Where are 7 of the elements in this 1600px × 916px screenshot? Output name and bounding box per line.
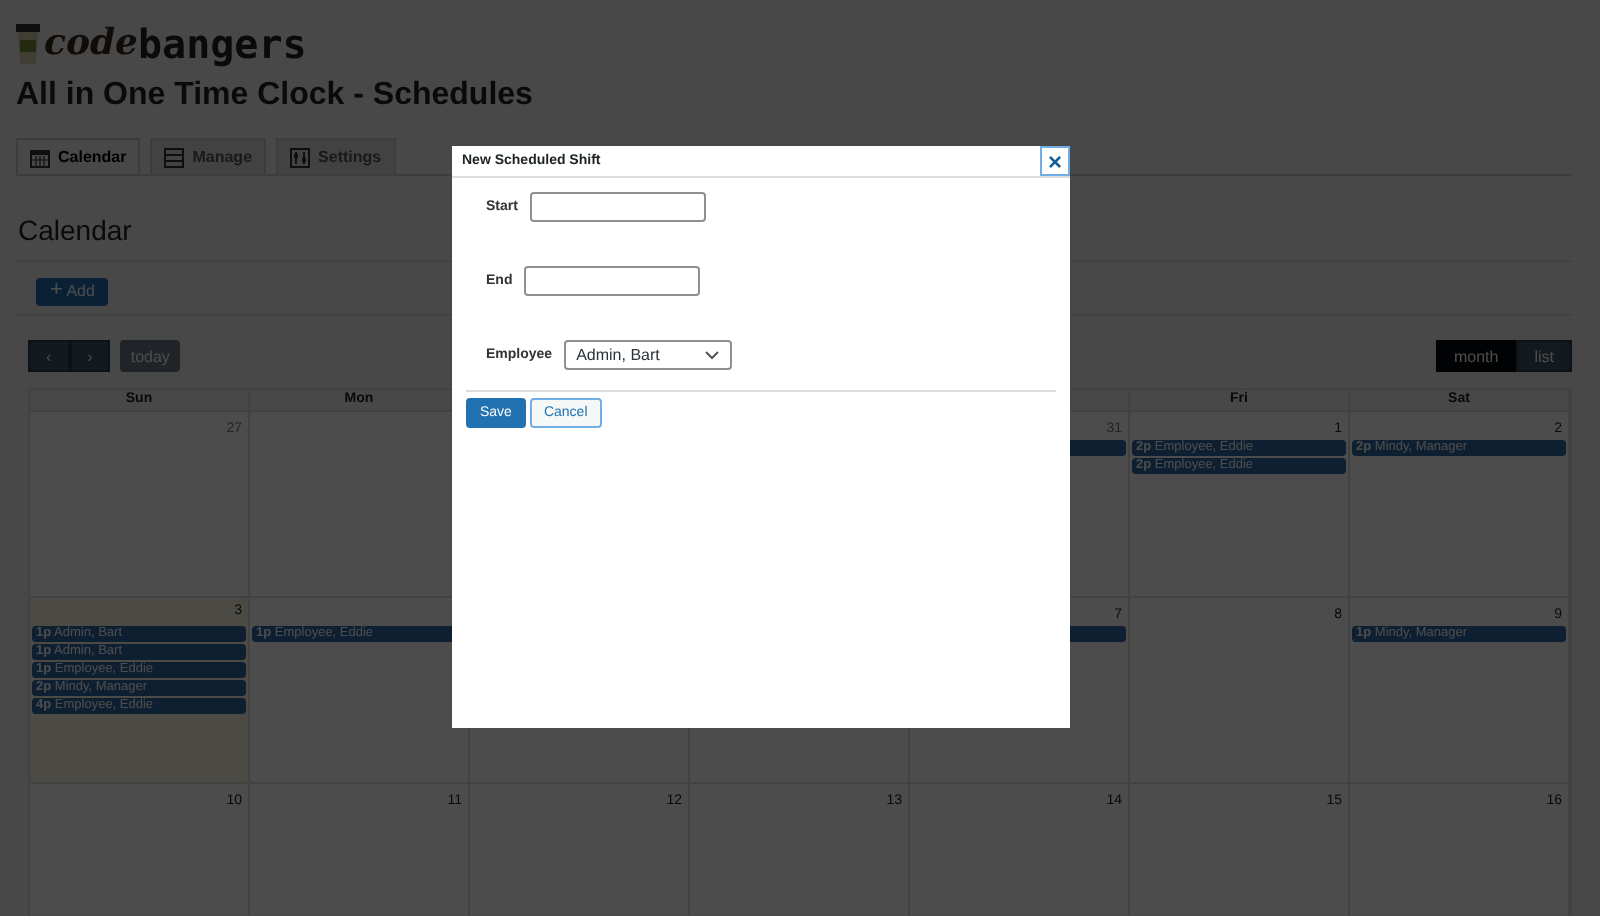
chevron-down-icon (704, 349, 721, 359)
page-title: All in One Time Clock - Schedules (16, 76, 535, 116)
section-title: Calendar (18, 212, 134, 248)
input-field[interactable] (529, 191, 706, 221)
input-field[interactable] (524, 265, 701, 295)
close-button[interactable]: × (1040, 146, 1070, 176)
employee-dropdown[interactable]: Admin, Bart (564, 339, 733, 369)
